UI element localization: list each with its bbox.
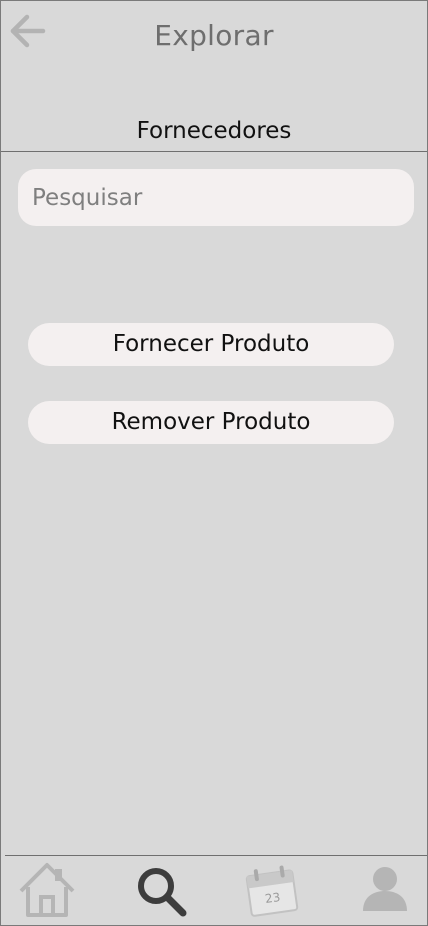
page-title: Explorar [154,19,274,52]
search-icon [138,868,187,917]
home-icon [19,863,75,917]
section-title: Fornecedores [136,118,292,144]
calendar-day-label: 23 [264,890,282,906]
nav-profile[interactable] [353,859,417,923]
remove-product-button[interactable]: Remover Produto [28,401,394,444]
search-input[interactable] [18,169,414,226]
supply-product-button[interactable]: Fornecer Produto [28,323,394,366]
user-icon [363,867,407,911]
bottom-nav-divider [5,855,427,856]
nav-home[interactable] [15,859,79,923]
nav-calendar[interactable]: 23 [241,859,305,923]
header-divider [1,151,427,152]
explore-screen: Explorar Fornecedores Fornecer Produto R… [0,0,428,926]
nav-search[interactable] [129,859,193,923]
